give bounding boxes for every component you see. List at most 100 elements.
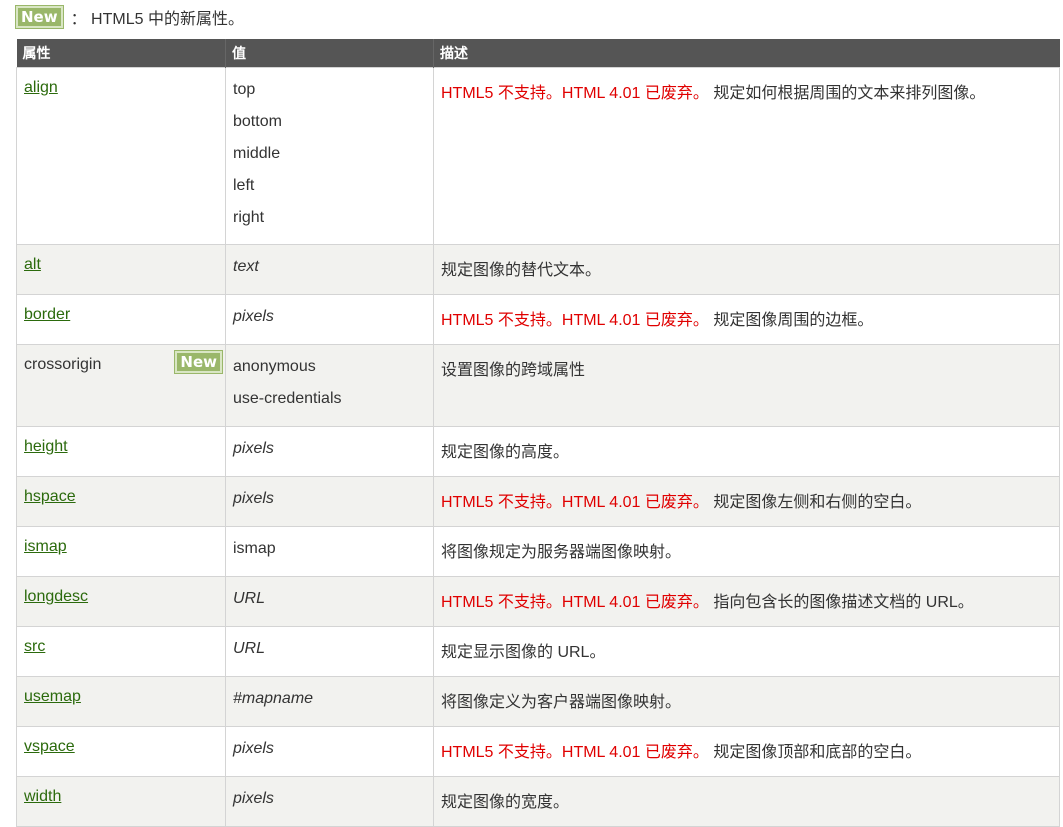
value-cell: top bottom middle left right [225, 67, 434, 245]
value-item: pixels [233, 490, 274, 507]
description-text: 规定图像顶部和底部的空白。 [708, 744, 922, 761]
value-item: pixels [233, 740, 274, 757]
description-text: 规定显示图像的 URL。 [441, 644, 606, 661]
table-row: usemap #mapname 将图像定义为客户器端图像映射。 [16, 676, 1060, 727]
value-cell: pixels [225, 776, 434, 827]
value-cell: #mapname [225, 676, 434, 727]
description-cell: 将图像规定为服务器端图像映射。 [433, 526, 1060, 577]
attribute-ismap-link[interactable]: ismap [24, 538, 67, 555]
description-cell: 规定图像的替代文本。 [433, 244, 1060, 295]
description-text: 规定图像的宽度。 [441, 794, 570, 811]
table-row: vspace pixels HTML5 不支持。HTML 4.01 已废弃。 规定图… [16, 726, 1060, 777]
description-text: 指向包含长的图像描述文档的 URL。 [708, 594, 974, 611]
description-text: 规定图像周围的边框。 [708, 312, 874, 329]
description-text: 规定图像的高度。 [441, 444, 570, 461]
table-row: align top bottom middle left right HTML5 不支持。H… [16, 67, 1060, 245]
new-attribute-legend: New ： HTML5 中的新属性。 [15, 4, 244, 30]
value-cell: URL [225, 626, 434, 677]
attribute-hspace-link[interactable]: hspace [24, 488, 76, 505]
deprecated-note: HTML5 不支持。HTML 4.01 已废弃。 [441, 494, 709, 511]
table-row: height pixels 规定图像的高度。 [16, 426, 1060, 477]
header-value: 值 [225, 39, 434, 68]
attribute-cell: src [16, 626, 226, 677]
description-cell: 规定图像的高度。 [433, 426, 1060, 477]
header-description: 描述 [433, 39, 1060, 68]
description-text: 将图像定义为客户器端图像映射。 [441, 694, 682, 711]
description-cell: HTML5 不支持。HTML 4.01 已废弃。 指向包含长的图像描述文档的 U… [433, 576, 1060, 627]
value-cell: text [225, 244, 434, 295]
deprecated-note: HTML5 不支持。HTML 4.01 已废弃。 [441, 312, 709, 329]
attribute-cell: usemap [16, 676, 226, 727]
value-item: pixels [233, 790, 274, 807]
attribute-cell: align [16, 67, 226, 245]
value-item: #mapname [233, 690, 314, 707]
attribute-crossorigin-label: crossorigin [24, 356, 102, 373]
attribute-vspace-link[interactable]: vspace [24, 738, 75, 755]
attribute-cell: longdesc [16, 576, 226, 627]
value-item: right [233, 209, 265, 226]
description-cell: HTML5 不支持。HTML 4.01 已废弃。 规定图像周围的边框。 [433, 294, 1060, 345]
header-attribute: 属性 [16, 39, 226, 68]
description-cell: HTML5 不支持。HTML 4.01 已废弃。 规定如何根据周围的文本来排列图… [433, 67, 1060, 245]
description-cell: 规定图像的宽度。 [433, 776, 1060, 827]
description-text: 规定图像的替代文本。 [441, 262, 602, 279]
value-cell: URL [225, 576, 434, 627]
value-item: ismap [233, 540, 276, 557]
deprecated-note: HTML5 不支持。HTML 4.01 已废弃。 [441, 85, 709, 102]
attribute-longdesc-link[interactable]: longdesc [24, 588, 88, 605]
table-row: border pixels HTML5 不支持。HTML 4.01 已废弃。 规定图… [16, 294, 1060, 345]
attribute-usemap-link[interactable]: usemap [24, 688, 81, 705]
value-item: middle [233, 145, 281, 162]
description-cell: HTML5 不支持。HTML 4.01 已废弃。 规定图像顶部和底部的空白。 [433, 726, 1060, 777]
value-item: top [233, 81, 256, 98]
value-item: use-credentials [233, 390, 342, 407]
attribute-cell: hspace [16, 476, 226, 527]
table-row: hspace pixels HTML5 不支持。HTML 4.01 已废弃。 规定图… [16, 476, 1060, 527]
description-text: 将图像规定为服务器端图像映射。 [441, 544, 682, 561]
attribute-alt-link[interactable]: alt [24, 256, 41, 273]
description-cell: 将图像定义为客户器端图像映射。 [433, 676, 1060, 727]
value-cell: pixels [225, 476, 434, 527]
deprecated-note: HTML5 不支持。HTML 4.01 已废弃。 [441, 594, 709, 611]
value-cell: anonymous use-credentials [225, 344, 434, 427]
attribute-cell: alt [16, 244, 226, 295]
attribute-cell: width [16, 776, 226, 827]
table-header-row: 属性 值 描述 [16, 39, 1060, 68]
value-item: anonymous [233, 358, 316, 375]
description-cell: HTML5 不支持。HTML 4.01 已废弃。 规定图像左侧和右侧的空白。 [433, 476, 1060, 527]
attribute-border-link[interactable]: border [24, 306, 70, 323]
legend-text: ： HTML5 中的新属性。 [70, 11, 244, 28]
attribute-cell: ismap [16, 526, 226, 577]
value-item: left [233, 177, 255, 194]
deprecated-note: HTML5 不支持。HTML 4.01 已废弃。 [441, 744, 709, 761]
attribute-height-link[interactable]: height [24, 438, 68, 455]
table-row: alt text 规定图像的替代文本。 [16, 244, 1060, 295]
value-item: URL [233, 640, 266, 657]
value-item: text [233, 258, 259, 275]
attribute-align-link[interactable]: align [24, 79, 58, 96]
value-cell: pixels [225, 426, 434, 477]
attribute-cell: crossorigin New [16, 344, 226, 427]
value-cell: pixels [225, 726, 434, 777]
value-cell: ismap [225, 526, 434, 577]
description-text: 设置图像的跨域属性 [441, 362, 586, 379]
table-row: longdesc URL HTML5 不支持。HTML 4.01 已废弃。 指向包含… [16, 576, 1060, 627]
img-attributes-table: 属性 值 描述 align top bottom middle left right HTM… [16, 39, 1060, 827]
attribute-width-link[interactable]: width [24, 788, 61, 805]
attribute-cell: height [16, 426, 226, 477]
new-badge-icon: New [174, 350, 223, 374]
description-text: 规定如何根据周围的文本来排列图像。 [708, 85, 986, 102]
value-item: bottom [233, 113, 282, 130]
description-cell: 规定显示图像的 URL。 [433, 626, 1060, 677]
table-row: crossorigin New anonymous use-credentials 设置… [16, 344, 1060, 427]
value-item: pixels [233, 308, 274, 325]
value-cell: pixels [225, 294, 434, 345]
table-row: src URL 规定显示图像的 URL。 [16, 626, 1060, 677]
new-badge-icon: New [15, 5, 64, 29]
value-item: URL [233, 590, 266, 607]
attribute-cell: vspace [16, 726, 226, 777]
description-text: 规定图像左侧和右侧的空白。 [708, 494, 922, 511]
table-row: width pixels 规定图像的宽度。 [16, 776, 1060, 827]
value-item: pixels [233, 440, 274, 457]
attribute-src-link[interactable]: src [24, 638, 45, 655]
